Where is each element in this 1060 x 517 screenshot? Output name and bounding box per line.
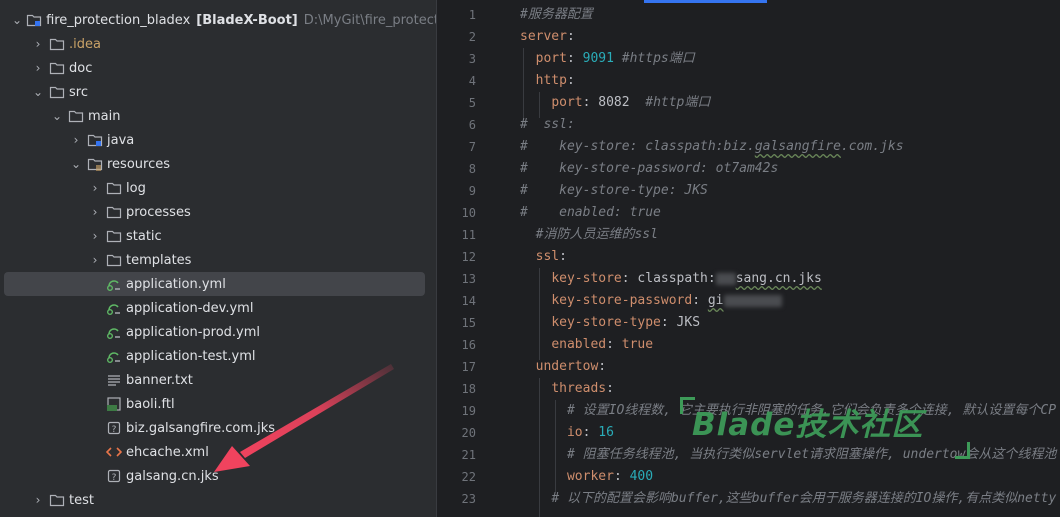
code-line-6: # ssl: bbox=[520, 117, 575, 132]
code-line-12: ssl: bbox=[535, 249, 567, 264]
redacted-block bbox=[723, 294, 782, 307]
line-number: 21 bbox=[461, 448, 476, 462]
code-line-13: key-store: classpath: sang.cn.jks bbox=[551, 271, 822, 286]
line-number: 12 bbox=[461, 250, 476, 264]
watermark-text: Blade技术社区 bbox=[692, 407, 924, 443]
redacted-block bbox=[715, 272, 736, 285]
code-line-10: # enabled: true bbox=[520, 205, 661, 220]
line-number: 20 bbox=[461, 426, 476, 440]
line-number: 4 bbox=[468, 74, 476, 88]
code-line-3: port: 9091 #https端口 bbox=[535, 51, 695, 66]
line-number: 2 bbox=[468, 30, 476, 44]
line-number: 22 bbox=[461, 470, 476, 484]
code-line-8: # key-store-password: ot7am42s bbox=[520, 161, 779, 176]
code-line-18: threads: bbox=[551, 381, 614, 396]
line-number: 16 bbox=[461, 338, 476, 352]
code-line-9: # key-store-type: JKS bbox=[520, 183, 708, 198]
line-number: 18 bbox=[461, 382, 476, 396]
code-line-14: key-store-password: gi bbox=[520, 290, 782, 312]
code-line-15: key-store-type: JKS bbox=[551, 315, 701, 330]
annotation-arrow bbox=[214, 364, 394, 472]
line-number: 17 bbox=[461, 360, 476, 374]
code-line-22: worker: 400 bbox=[566, 469, 654, 484]
line-number: 15 bbox=[461, 316, 476, 330]
code-line-23: # 以下的配置会影响buffer,这些buffer会用于服务器连接的IO操作,有… bbox=[551, 491, 1057, 506]
code-line-16: enabled: true bbox=[551, 337, 654, 352]
line-number: 19 bbox=[461, 404, 476, 418]
line-number: 5 bbox=[468, 96, 476, 110]
code-line-7: # key-store: classpath:biz.galsangfire.c… bbox=[520, 139, 904, 154]
code-line-17: undertow: bbox=[535, 359, 607, 374]
line-number: 14 bbox=[461, 294, 476, 308]
line-number: 11 bbox=[461, 228, 476, 242]
line-number: 9 bbox=[468, 184, 476, 198]
code-line-4: http: bbox=[535, 73, 575, 88]
code-line-11: #消防人员运维的ssl bbox=[535, 227, 658, 242]
line-number: 3 bbox=[468, 52, 476, 66]
code-line-1: #服务器配置 bbox=[520, 7, 593, 22]
line-number: 10 bbox=[461, 206, 476, 220]
code-line-20: io: 16 bbox=[566, 425, 614, 440]
active-tab-indicator bbox=[644, 0, 767, 3]
code-line-2: server: bbox=[520, 29, 575, 44]
line-number: 8 bbox=[468, 162, 476, 176]
line-number: 6 bbox=[468, 118, 476, 132]
code-line-5: port: 8082 #http端口 bbox=[551, 95, 711, 110]
line-number: 1 bbox=[468, 8, 476, 22]
project-tree-panel: ⌄ fire_protection_bladex [BladeX-Boot] D… bbox=[0, 0, 436, 517]
line-number: 23 bbox=[461, 492, 476, 506]
line-number: 13 bbox=[461, 272, 476, 286]
line-number: 7 bbox=[468, 140, 476, 154]
blade-watermark: Blade技术社区 bbox=[680, 393, 970, 463]
